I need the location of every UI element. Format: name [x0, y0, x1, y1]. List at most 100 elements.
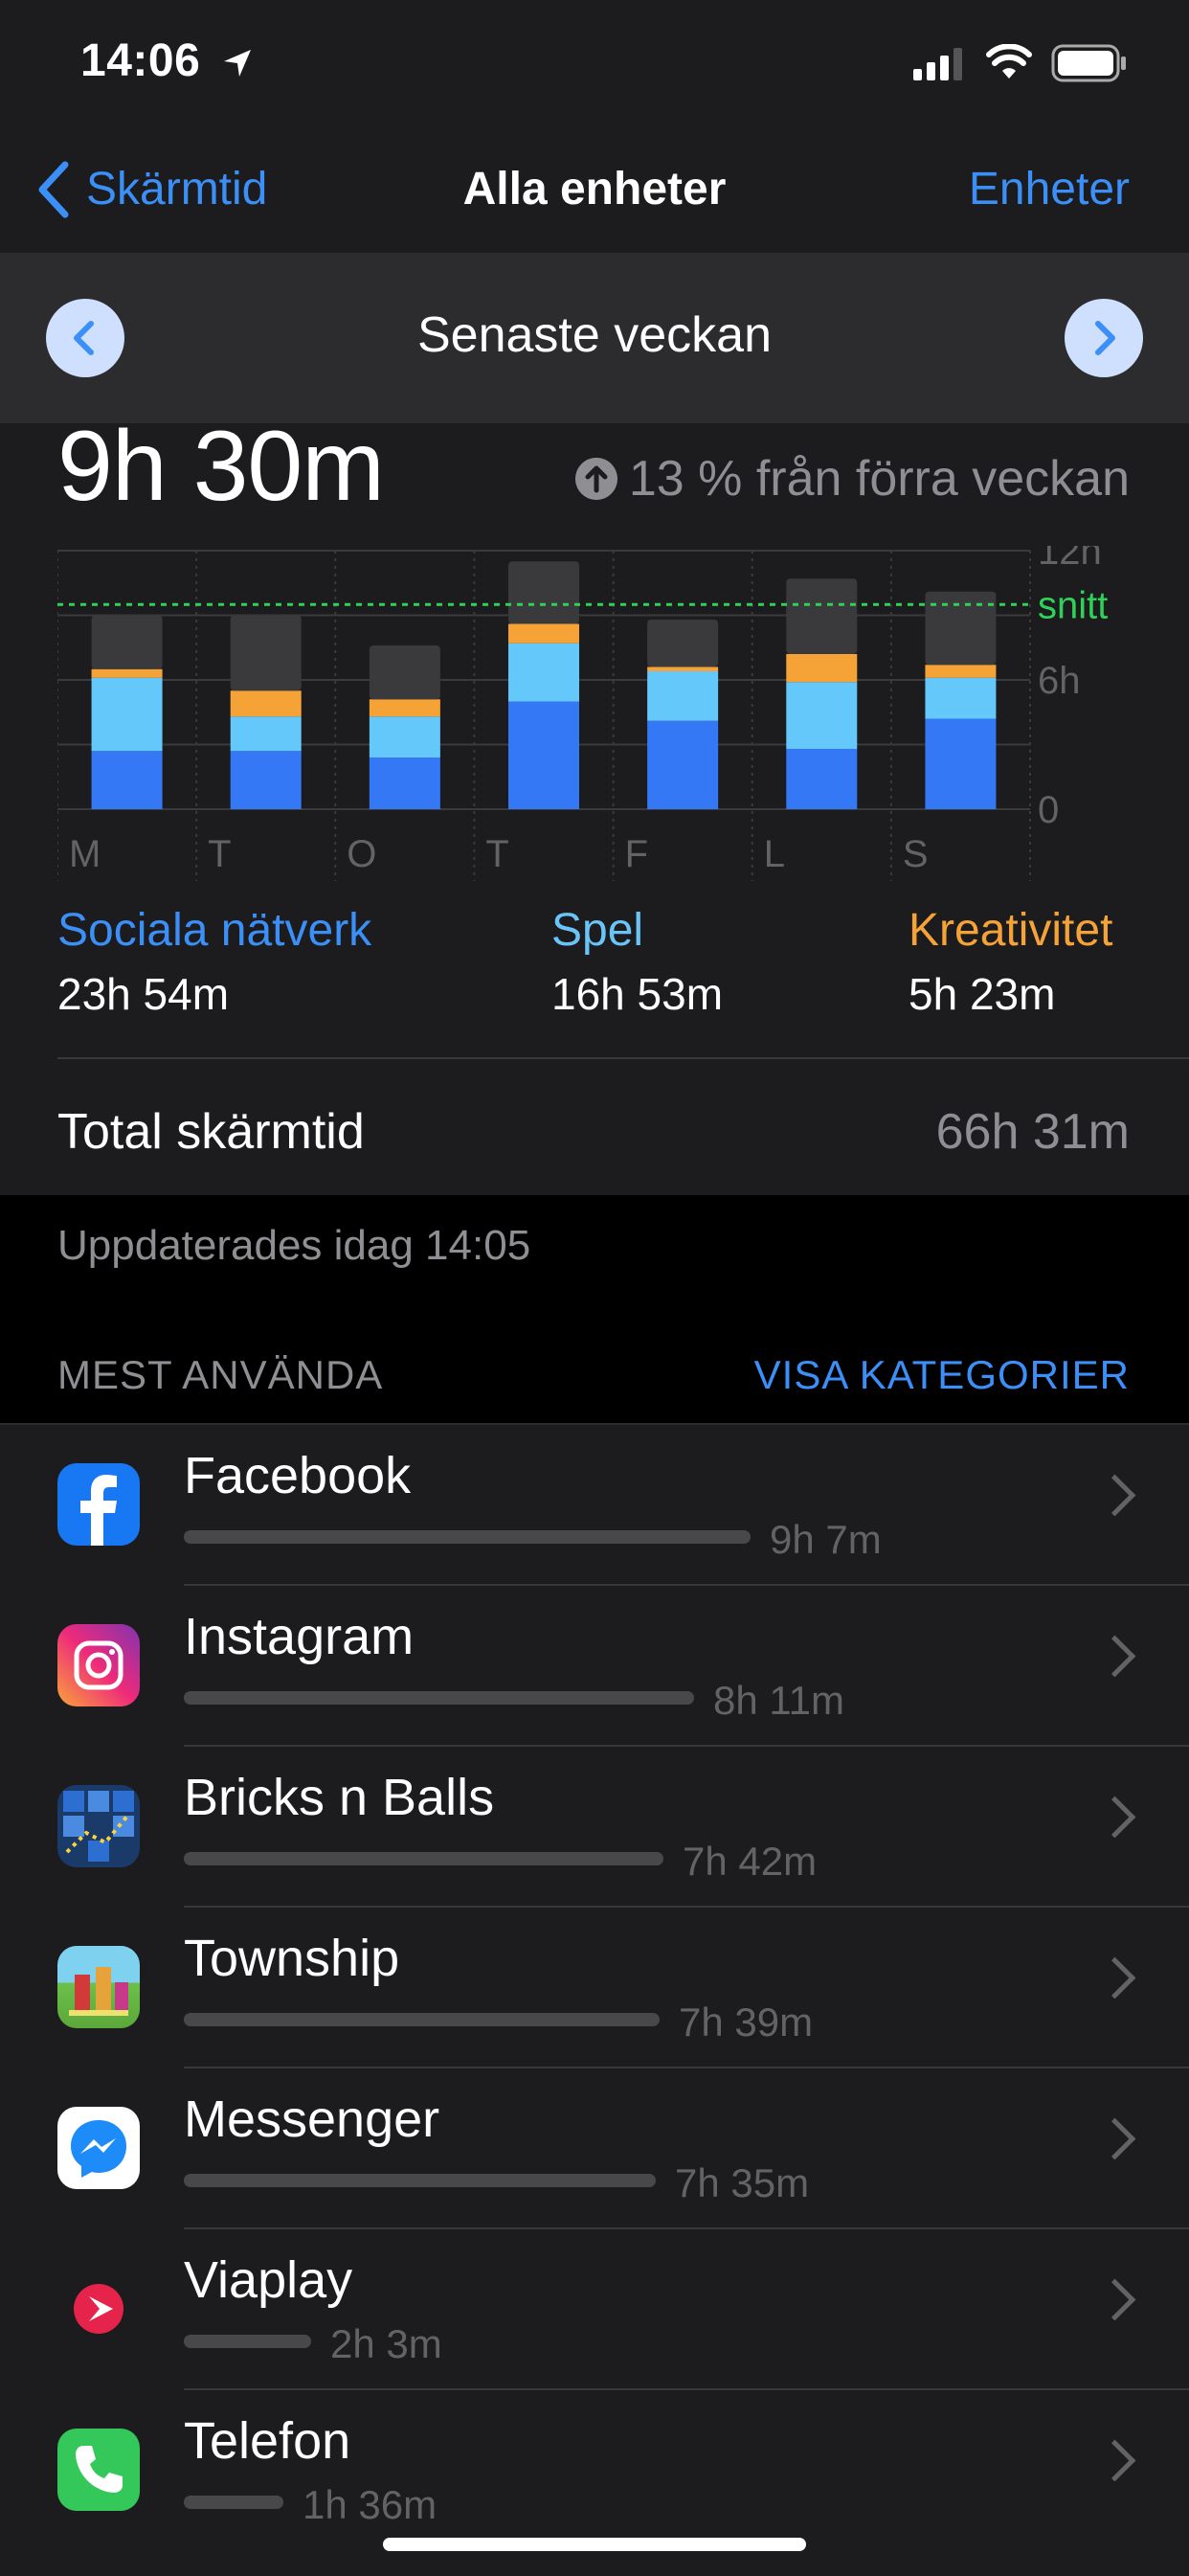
x-tick-label: F — [625, 833, 648, 875]
chart-bar-segment — [786, 682, 858, 749]
usage-time: 7h 42m — [683, 1839, 818, 1884]
usage-time: 9h 7m — [770, 1517, 882, 1562]
chart-bar-segment — [369, 699, 440, 717]
usage-time: 1h 36m — [303, 2482, 437, 2527]
divider — [57, 1057, 1189, 1059]
chart-bar-segment — [647, 620, 719, 667]
bricks-n-balls-icon — [57, 1785, 140, 1867]
battery-icon — [1051, 44, 1126, 82]
chevron-right-icon — [1093, 1956, 1136, 2000]
daily-average-total: 9h 30m — [57, 411, 385, 522]
legend-item-social: Sociala nätverk 23h 54m — [57, 904, 371, 1020]
home-indicator[interactable] — [383, 2538, 806, 2551]
chevron-right-icon — [1093, 2439, 1136, 2482]
chart-bar-segment — [647, 667, 719, 671]
chevron-right-icon — [1093, 2278, 1136, 2321]
x-tick-label: S — [903, 833, 929, 875]
week-title: Senaste veckan — [416, 307, 773, 363]
average-label: snitt — [1038, 584, 1108, 626]
messenger-icon — [57, 2107, 140, 2189]
app-name: Telefon — [184, 2412, 351, 2470]
app-row-township[interactable]: Township 7h 39m — [0, 1908, 1189, 2068]
chevron-right-icon — [1093, 1796, 1136, 1839]
app-name: Bricks n Balls — [184, 1769, 495, 1826]
chevron-right-icon — [1093, 2117, 1136, 2160]
x-tick-label: T — [208, 833, 231, 875]
chart-bar-segment — [508, 623, 579, 644]
weekly-change-text: 13 % från förra veckan — [628, 451, 1130, 507]
weekly-change: 13 % från förra veckan — [574, 450, 1130, 508]
usage-bar — [184, 2335, 311, 2348]
category-legend: Sociala nätverk 23h 54m Spel 16h 53m Kre… — [57, 904, 1132, 1019]
chart-bar-segment — [925, 718, 997, 809]
legend-item-games: Spel 16h 53m — [551, 904, 723, 1020]
total-screen-time-value: 66h 31m — [935, 1104, 1130, 1160]
viaplay-icon — [57, 2268, 140, 2350]
app-row-instagram[interactable]: Instagram 8h 11m — [0, 1586, 1189, 1747]
legend-value: 5h 23m — [909, 969, 1056, 1019]
chart-bar-segment — [647, 720, 719, 809]
phone-icon — [57, 2429, 140, 2511]
x-tick-label: M — [69, 833, 101, 875]
chart-bar-segment — [230, 615, 302, 691]
township-icon — [57, 1946, 140, 2028]
chart-bar-segment — [786, 654, 858, 683]
usage-bar — [184, 1530, 751, 1544]
section-header-most-used: MEST ANVÄNDA — [57, 1352, 384, 1397]
chart-bar-segment — [91, 668, 163, 678]
total-screen-time-label: Total skärmtid — [57, 1104, 365, 1160]
chart-bar-segment — [369, 757, 440, 809]
most-used-list: Facebook 9h 7m Instagram 8h 11m Bricks n… — [0, 1423, 1189, 2576]
chart-bar-segment — [786, 578, 858, 654]
app-name: Instagram — [184, 1608, 415, 1665]
legend-name: Spel — [551, 905, 644, 956]
y-tick-label: 6h — [1038, 660, 1081, 702]
x-tick-label: L — [764, 833, 785, 875]
usage-time: 8h 11m — [713, 1678, 844, 1723]
chart-bar-segment — [925, 677, 997, 719]
legend-item-creativity: Kreativitet 5h 23m — [909, 904, 1112, 1020]
cellular-signal-icon — [913, 48, 962, 80]
chart-bar-segment — [91, 677, 163, 752]
usage-time: 2h 3m — [330, 2321, 442, 2366]
app-row-telefon[interactable]: Telefon 1h 36m — [0, 2390, 1189, 2551]
app-row-messenger[interactable]: Messenger 7h 35m — [0, 2068, 1189, 2229]
chevron-right-icon — [1093, 1635, 1136, 1678]
instagram-icon — [57, 1624, 140, 1706]
chart-bar-segment — [925, 591, 997, 666]
arrow-up-circle-icon — [574, 458, 617, 500]
usage-bar — [184, 1691, 694, 1705]
usage-bar — [184, 2496, 283, 2509]
legend-value: 23h 54m — [57, 969, 230, 1019]
y-tick-label: 12h — [1038, 546, 1102, 573]
app-name: Township — [184, 1930, 400, 1987]
devices-button[interactable]: Enheter — [969, 163, 1130, 215]
usage-bar — [184, 2013, 660, 2026]
app-row-bricks-n-balls[interactable]: Bricks n Balls 7h 42m — [0, 1747, 1189, 1908]
chart-bar-segment — [230, 751, 302, 809]
app-name: Messenger — [184, 2090, 440, 2148]
x-tick-label: T — [485, 833, 508, 875]
usage-time: 7h 35m — [675, 2160, 810, 2205]
usage-chart: 12h 6h 0 snitt M T O T F L S — [57, 546, 1108, 881]
show-categories-button[interactable]: VISA KATEGORIER — [754, 1352, 1130, 1398]
location-arrow-icon — [224, 50, 251, 77]
app-row-viaplay[interactable]: Viaplay 2h 3m — [0, 2229, 1189, 2390]
app-name: Viaplay — [184, 2251, 353, 2309]
chart-bar-segment — [230, 690, 302, 717]
chart-bar-segment — [508, 701, 579, 809]
chart-bar-segment — [508, 643, 579, 702]
legend-name: Sociala nätverk — [57, 905, 372, 956]
app-row-facebook[interactable]: Facebook 9h 7m — [0, 1425, 1189, 1586]
legend-name: Kreativitet — [909, 905, 1113, 956]
x-tick-label: O — [347, 833, 376, 875]
facebook-icon — [57, 1463, 140, 1546]
chart-bar-segment — [508, 561, 579, 624]
chart-bar-segment — [925, 665, 997, 678]
chart-bar-segment — [647, 671, 719, 721]
chart-bar-segment — [91, 751, 163, 809]
chevron-right-icon — [1093, 1474, 1136, 1517]
chart-bar-segment — [230, 716, 302, 752]
status-time: 14:06 — [80, 35, 201, 86]
chart-bar-segment — [369, 645, 440, 700]
